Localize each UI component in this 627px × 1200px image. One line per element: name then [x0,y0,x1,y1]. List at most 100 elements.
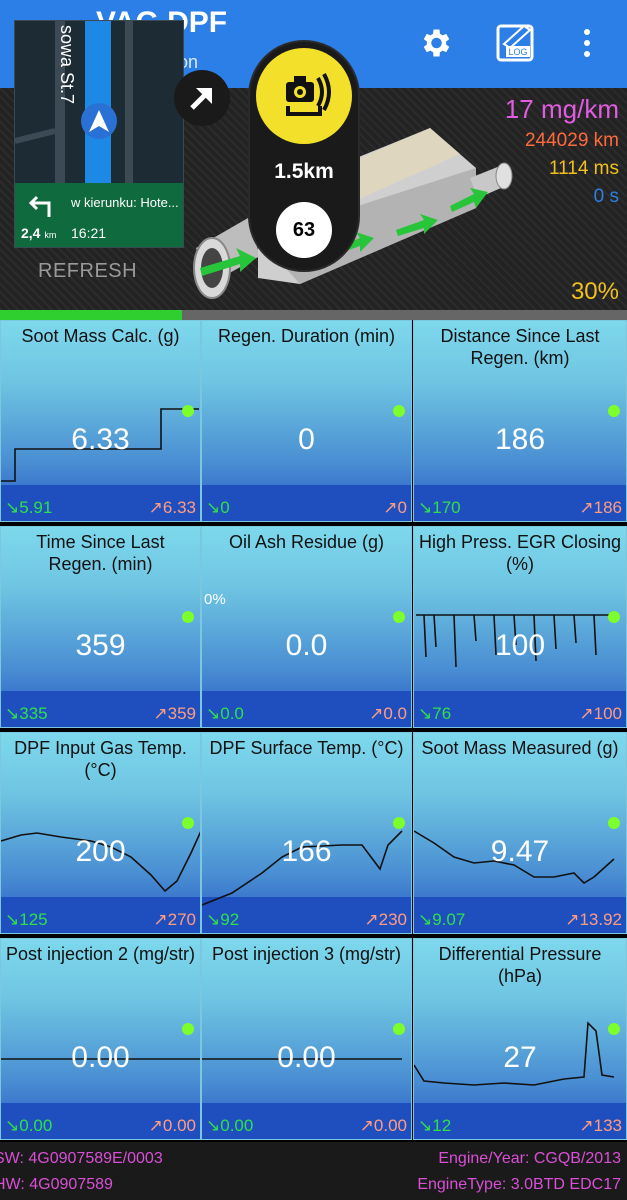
street-name: sowa St.7 [57,25,77,105]
gauge-min: ↘0.00 [5,1116,53,1135]
gauge-cell[interactable]: Soot Mass Measured (g) 9.47 ↘9.07 ↗13.92 [413,732,627,934]
gauge-status-dot [393,611,405,623]
gauge-cell[interactable]: High Press. EGR Closing (%) 100 ↘76 ↗100 [413,526,627,728]
log-label: LOG [508,47,527,57]
gauge-status-dot [608,817,620,829]
gauge-trend-graph [202,830,403,906]
gauge-max: ↗186 [579,498,622,517]
turn-distance-unit: km [44,230,57,240]
gauge-trend-graph [1,1058,200,1060]
gauge-min: ↘335 [5,704,48,723]
gauge-status-dot [608,1023,620,1035]
gauge-status-dot [182,1023,194,1035]
gauge-value: 0.0 [285,629,328,662]
gauge-label: DPF Surface Temp. (°C) [209,738,404,758]
gauge-label: DPF Input Gas Temp. (°C) [14,738,187,780]
gauge-status-dot [182,405,194,417]
app-root: { "app": { "title": "VAG DPF", "subtitle… [0,0,627,1200]
expand-arrow-icon [190,88,212,110]
gauge-cell[interactable]: Soot Mass Calc. (g) 6.33 ↘5.91 ↗6.33 [0,320,201,522]
gauge-status-dot [393,405,405,417]
gauge-max: ↗0.00 [359,1116,407,1135]
gauge-cell[interactable]: Distance Since Last Regen. (km) 186 ↘170 ↗1… [413,320,627,522]
gauge-max: ↗13.92 [565,910,622,929]
gauge-max: ↗0 [383,498,407,517]
engine-type: EngineType: 3.0BTD EDC17 [417,1176,621,1193]
refresh-button[interactable]: REFRESH [38,260,137,283]
camera-distance: 1.5km [274,160,334,183]
gauge-label: High Press. EGR Closing (%) [418,532,622,574]
regen-progress-bar [0,310,627,320]
more-vertical-icon [584,29,590,57]
ecu-info-footer: SW: 4G0907589E/0003 HW: 4G0907589 Engine… [0,1142,627,1200]
turn-distance: 2,4 km [21,225,56,241]
gauge-cell[interactable]: Post injection 3 (mg/str) 0.00 ↘0.00 ↗0.00 [201,938,412,1140]
gauge-max: ↗230 [364,910,407,929]
navigation-overlay[interactable]: sowa St.7 2,4 km w kierunku: Hote... 16:… [14,20,184,248]
gauge-cell[interactable]: Post injection 2 (mg/str) 0.00 ↘0.00 ↗0.00 [0,938,201,1140]
speed-limit-sign: 63 [276,202,332,258]
gauge-status-dot [182,611,194,623]
gauge-max: ↗100 [579,704,622,723]
gauge-min: ↘92 [206,910,240,929]
gauge-value: 186 [494,423,546,456]
gauge-cell[interactable]: DPF Input Gas Temp. (°C) 200 ↘125 ↗270 [0,732,201,934]
regen-progress-fill [0,310,182,320]
log-icon: LOG [496,24,534,62]
gauge-max: ↗6.33 [148,498,196,517]
gauge-value: 0.00 [71,1041,130,1074]
gauge-status-dot [393,817,405,829]
gauge-cell[interactable]: Time Since Last Regen. (min) 359 ↘335 ↗359 [0,526,201,728]
gauge-status-dot [182,817,194,829]
gauge-cell[interactable]: DPF Surface Temp. (°C) 166 ↘92 ↗230 [201,732,412,934]
gauge-value: 100 [494,629,546,662]
gauge-min: ↘12 [418,1116,452,1135]
gauge-status-dot [393,1023,405,1035]
gauge-min: ↘0.00 [206,1116,254,1135]
speed-camera-alert[interactable]: 1.5km 63 [248,40,360,272]
eta-time: 16:21 [71,225,107,241]
regen-progress-readout: 30% [570,278,619,305]
speed-camera-icon-badge [256,48,352,144]
time-ms-readout: 1114 ms [548,158,619,179]
gauge-trend-graph [202,1058,402,1060]
gauge-value: 166 [281,835,332,868]
gauge-grid: Soot Mass Calc. (g) 6.33 ↘5.91 ↗6.33 Regen. … [0,320,627,1142]
gauge-label: Time Since Last Regen. (min) [36,532,165,574]
gauge-label: Post injection 2 (mg/str) [5,944,196,964]
gauge-value: 359 [75,629,126,662]
gauge-label: Oil Ash Residue (g) [228,532,385,552]
gauge-max: ↗0.00 [148,1116,196,1135]
gauge-value: 0 [298,423,315,456]
turn-distance-value: 2,4 [21,225,41,241]
navigation-arrow-icon [81,103,117,139]
gauge-max: ↗359 [153,704,196,723]
gauge-band [202,485,411,521]
gauge-min: ↘170 [418,498,461,517]
gauge-trend-graph [1,408,199,482]
map-roads [15,21,183,183]
gauge-value: 0.00 [277,1041,336,1074]
settings-button[interactable] [410,18,460,68]
expand-navigation-button[interactable] [174,70,230,126]
software-version: SW: 4G0907589E/0003 [0,1150,163,1167]
gauge-label: Distance Since Last Regen. (km) [440,326,600,368]
gauge-max: ↗270 [153,910,196,929]
gauge-min: ↘76 [418,704,452,723]
gauge-value: 6.33 [71,423,130,456]
soot-rate-readout: 17 mg/km [504,94,619,124]
gauge-status-dot [608,405,620,417]
speed-camera-icon [286,73,331,116]
gauge-label: Regen. Duration (min) [217,326,396,346]
nav-map: sowa St.7 [15,21,183,183]
gauge-value: 9.47 [490,835,550,868]
gauge-min: ↘5.91 [5,498,53,517]
gauge-max: ↗133 [579,1116,622,1135]
overflow-menu-button[interactable] [562,18,612,68]
gauge-cell[interactable]: Regen. Duration (min) 0 ↘0 ↗0 [201,320,412,522]
hardware-version: HW: 4G0907589 [0,1176,113,1193]
log-button[interactable]: LOG [490,18,540,68]
gauge-cell[interactable]: Oil Ash Residue (g) 0% 0.0 ↘0.0 ↗0.0 [201,526,412,728]
direction-text: w kierunku: Hote... [71,195,179,210]
gauge-cell[interactable]: Differential Pressure (hPa) 27 ↘12 ↗133 [413,938,627,1140]
